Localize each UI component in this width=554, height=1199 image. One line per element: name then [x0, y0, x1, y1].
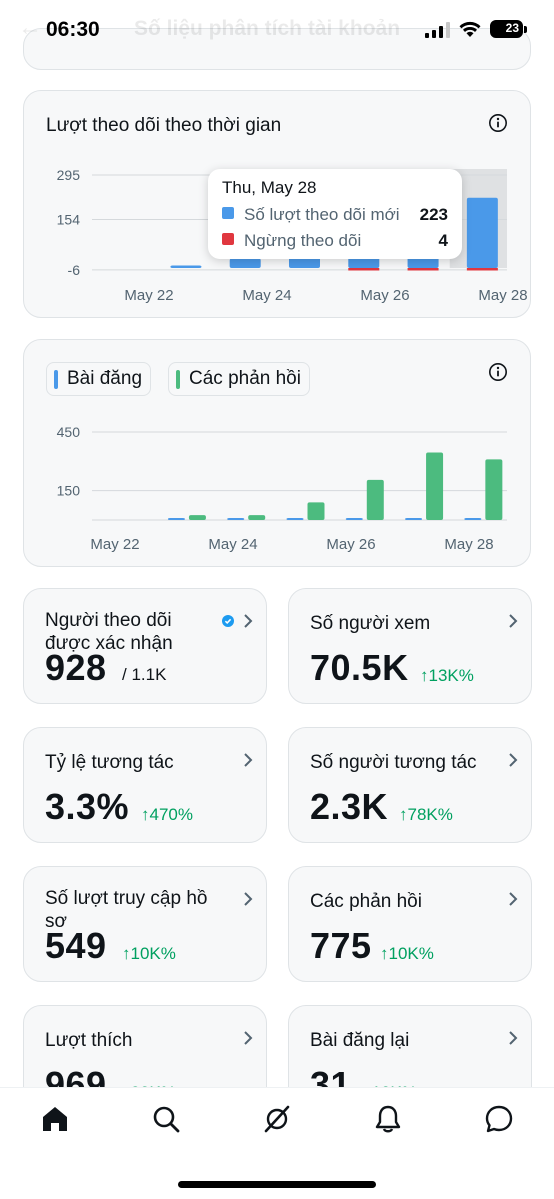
chevron-right-icon — [244, 1031, 253, 1045]
battery-icon: 23 — [490, 20, 527, 38]
x-tick-label: May 22 — [90, 536, 139, 553]
posts-chart-card: Bài đăng Các phản hồi 450 150 May 22 May 24… — [23, 339, 531, 567]
y-tick-label: -6 — [68, 262, 81, 278]
chevron-right-icon — [244, 614, 253, 628]
new-followers-bar — [170, 265, 202, 268]
tooltip-row-new-followers: Số lượt theo dõi mới — [222, 205, 400, 225]
metric-change: ↑10K% — [380, 944, 434, 963]
x-tick-label: May 28 — [478, 287, 527, 304]
metric-label: Số người tương tác — [310, 752, 477, 773]
metric-engaged-users[interactable]: Số người tương tác 2.3K ↑78K% — [288, 727, 532, 843]
chevron-right-icon — [244, 892, 253, 906]
metric-value: 3.3% — [45, 786, 130, 827]
followers-chart-card: Lượt theo dõi theo thời gian 295 154 -6 May… — [23, 90, 531, 318]
unfollows-swatch — [222, 233, 234, 245]
home-indicator — [178, 1181, 376, 1188]
metric-verified-followers[interactable]: Người theo dõi được xác nhận 928 / 1.1K — [23, 588, 267, 704]
posts-bar — [167, 518, 185, 520]
unfollows-bar — [407, 268, 439, 271]
metric-value: 928 — [45, 647, 107, 688]
tooltip-unfollow-value: 4 — [438, 231, 448, 250]
replies-bar — [248, 515, 266, 520]
metric-change: ↑10K% — [122, 944, 176, 963]
x-tick-label: May 24 — [242, 287, 291, 304]
chevron-right-icon — [509, 892, 518, 906]
tooltip-new-value: 223 — [419, 205, 448, 224]
x-tick-label: May 26 — [326, 536, 375, 553]
metric-total: / 1.1K — [122, 665, 167, 684]
metric-value: 2.3K — [310, 786, 389, 827]
unfollows-bar — [466, 268, 498, 271]
posts-bar — [405, 518, 423, 520]
home-icon[interactable] — [40, 1104, 70, 1134]
tooltip-date: Thu, May 28 — [222, 178, 317, 197]
chevron-right-icon — [509, 614, 518, 628]
metric-profile-visits[interactable]: Số lượt truy cập hồ sơ 549 ↑10K% — [23, 866, 267, 982]
back-arrow-icon[interactable]: ← — [18, 14, 42, 42]
notifications-icon[interactable] — [373, 1104, 403, 1134]
new-followers-bar — [466, 197, 498, 268]
chevron-right-icon — [244, 753, 253, 767]
y-tick-label: 150 — [57, 483, 81, 499]
metric-label: Tỷ lệ tương tác — [45, 752, 174, 773]
new-followers-bar — [229, 258, 261, 268]
metric-label: Lượt thích — [45, 1030, 133, 1051]
replies-bar — [485, 459, 503, 520]
unfollows-bar — [348, 268, 380, 271]
y-tick-label: 450 — [57, 424, 81, 440]
metric-label: Số người xem — [310, 613, 431, 634]
metric-value: 775 — [310, 925, 372, 966]
metric-label: Bài đăng lại — [310, 1030, 410, 1051]
wifi-icon — [459, 21, 481, 37]
metric-engagement-rate[interactable]: Tỷ lệ tương tác 3.3% ↑470% — [23, 727, 267, 843]
grok-icon[interactable] — [262, 1104, 292, 1134]
tooltip-new-label: Số lượt theo dõi mới — [244, 205, 400, 224]
search-icon[interactable] — [151, 1104, 181, 1134]
x-tick-label: May 28 — [444, 536, 493, 553]
metric-replies[interactable]: Các phản hồi 775 ↑10K% — [288, 866, 532, 982]
status-bar: ← Số liệu phân tích tài khoản 06:30 23 — [0, 0, 554, 62]
tooltip-row-unfollows: Ngừng theo dõi — [222, 231, 361, 251]
chart-tooltip: Thu, May 28 Số lượt theo dõi mới 223 Ngừ… — [208, 169, 462, 259]
verified-badge-icon — [222, 615, 234, 627]
x-tick-label: May 22 — [124, 287, 173, 304]
metric-change: ↑78K% — [399, 805, 453, 824]
posts-bar — [227, 518, 245, 520]
metric-change: ↑470% — [141, 805, 193, 824]
chevron-right-icon — [509, 753, 518, 767]
new-followers-swatch — [222, 207, 234, 219]
cellular-signal-icon — [425, 22, 450, 38]
y-tick-label: 295 — [57, 167, 81, 183]
status-time: 06:30 — [46, 18, 100, 41]
chevron-right-icon — [509, 1031, 518, 1045]
replies-bar — [366, 479, 384, 520]
replies-bar — [426, 452, 444, 520]
messages-icon[interactable] — [484, 1104, 514, 1134]
posts-bar — [464, 518, 482, 520]
battery-level: 23 — [505, 21, 519, 35]
x-tick-label: May 24 — [208, 536, 257, 553]
replies-bar — [307, 502, 325, 520]
x-tick-label: May 26 — [360, 287, 409, 304]
y-tick-label: 154 — [57, 211, 81, 227]
posts-bar — [345, 518, 363, 520]
metric-label: Các phản hồi — [310, 891, 422, 912]
metric-change: ↑13K% — [420, 666, 474, 685]
posts-bar — [286, 518, 304, 520]
metric-value: 549 — [45, 925, 107, 966]
replies-bar — [188, 515, 206, 520]
metric-viewers[interactable]: Số người xem 70.5K ↑13K% — [288, 588, 532, 704]
posts-replies-bar-chart[interactable]: 450 150 May 22 May 24 May 26 May 28 — [24, 340, 532, 568]
analytics-screen: ← Số liệu phân tích tài khoản 06:30 23 L… — [0, 0, 554, 1199]
metric-value: 70.5K — [310, 647, 409, 688]
tooltip-unfollow-label: Ngừng theo dõi — [244, 231, 362, 250]
page-title: Số liệu phân tích tài khoản — [134, 17, 401, 40]
